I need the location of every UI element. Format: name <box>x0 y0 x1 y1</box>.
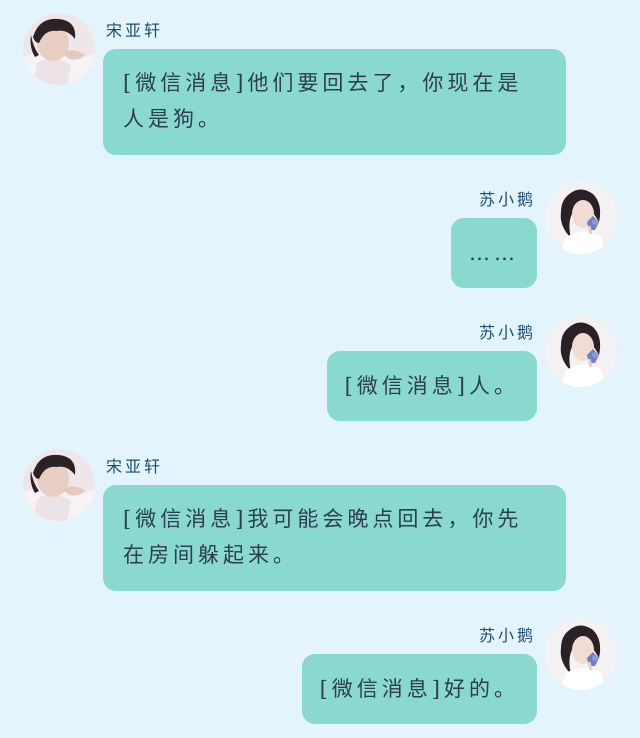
girl-avatar-icon <box>545 315 617 387</box>
boy-avatar-icon <box>23 449 95 521</box>
avatar-su-xiaoe[interactable] <box>545 182 617 254</box>
message-bubble: [微信消息]我可能会晚点回去，你先在房间躲起来。 <box>103 485 566 591</box>
sender-name: 苏小鹅 <box>478 323 536 342</box>
boy-avatar-icon <box>23 13 95 85</box>
chat-thread: 宋亚轩 [微信消息]他们要回去了，你现在是人是狗。 苏小鹅 …… 苏小鹅 [微信… <box>0 0 640 738</box>
avatar-song-yaxuan[interactable] <box>23 449 95 521</box>
sender-name: 苏小鹅 <box>478 190 536 209</box>
avatar-su-xiaoe[interactable] <box>545 618 617 690</box>
sender-name: 宋亚轩 <box>106 21 164 40</box>
message-bubble: [微信消息]好的。 <box>301 654 537 724</box>
sender-name: 苏小鹅 <box>478 626 536 645</box>
sender-name: 宋亚轩 <box>106 457 164 476</box>
message-bubble: [微信消息]他们要回去了，你现在是人是狗。 <box>103 49 566 155</box>
avatar-song-yaxuan[interactable] <box>23 13 95 85</box>
message-bubble: [微信消息]人。 <box>326 351 537 421</box>
message-bubble: …… <box>451 218 537 288</box>
girl-avatar-icon <box>545 182 617 254</box>
avatar-su-xiaoe[interactable] <box>545 315 617 387</box>
girl-avatar-icon <box>545 618 617 690</box>
